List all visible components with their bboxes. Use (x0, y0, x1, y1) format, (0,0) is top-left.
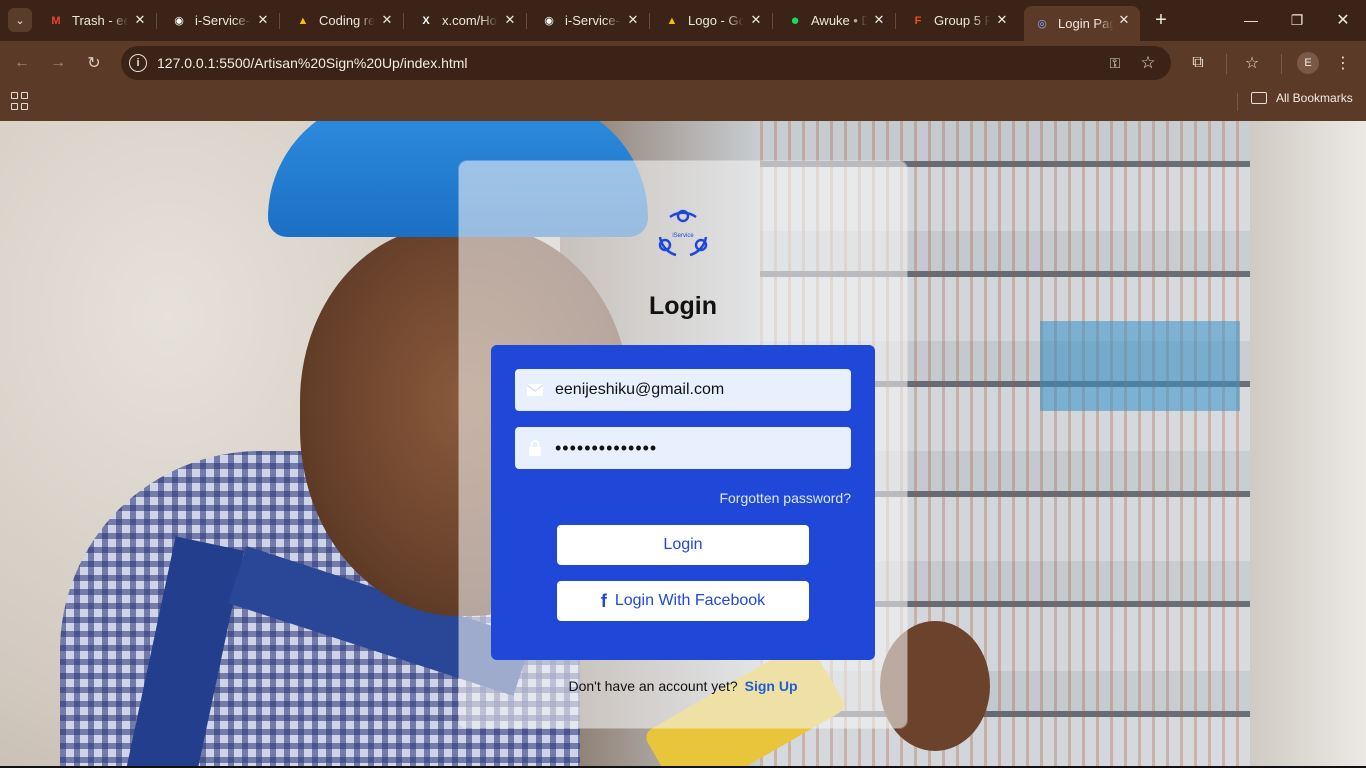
email-field[interactable] (515, 369, 851, 411)
bookmarks-bar: All Bookmarks (0, 85, 1366, 121)
signup-prompt: Don't have an account yet? Sign Up (459, 678, 907, 694)
svg-text:iService: iService (672, 233, 694, 239)
no-account-text: Don't have an account yet? (568, 678, 738, 694)
tab-coding-resources[interactable]: ▲ Coding resources ✕ (285, 6, 404, 35)
tab-x-home[interactable]: X x.com/Home ✕ (408, 6, 527, 35)
browser-toolbar: ← → ↻ i 127.0.0.1:5500/Artisan%20Sign%20… (0, 41, 1366, 85)
page-icon: ◎ (1037, 18, 1047, 30)
window-close-icon[interactable]: ✕ (1320, 6, 1366, 34)
close-icon[interactable]: ✕ (255, 12, 271, 28)
tab-logo-drive[interactable]: ▲ Logo - Google Drive ✕ (654, 6, 773, 35)
figma-icon: F (914, 14, 922, 27)
url-text[interactable]: 127.0.0.1:5500/Artisan%20Sign%20Up/index… (157, 55, 468, 71)
envelope-icon (526, 384, 544, 396)
iservice-logo-icon: iService (658, 209, 708, 257)
tab-search-chevron-icon[interactable]: ⌄ (8, 8, 32, 32)
tab-title: x.com/Home (442, 13, 498, 28)
page-viewport: iService Login Forgotten password? (0, 121, 1366, 766)
profile-avatar[interactable]: E (1297, 52, 1319, 74)
lock-icon (529, 440, 541, 456)
login-button-label: Login (663, 536, 703, 553)
close-icon[interactable]: ✕ (132, 12, 148, 28)
tab-github-backend[interactable]: ◉ i-Service-backend ✕ (531, 6, 650, 35)
tab-spotify[interactable]: ● Awuke • Dunsin ✕ (777, 6, 896, 35)
login-form: Forgotten password? Login f Login With F… (491, 345, 875, 660)
tab-title: i-Service-backend (565, 13, 621, 28)
back-arrow-icon[interactable]: ← (10, 51, 34, 75)
close-icon[interactable]: ✕ (625, 12, 641, 28)
google-drive-icon: ▲ (297, 14, 309, 27)
close-icon[interactable]: ✕ (748, 12, 764, 28)
close-icon[interactable]: ✕ (994, 12, 1010, 28)
page-title: Login (648, 292, 718, 320)
facebook-login-label: Login With Facebook (614, 592, 766, 609)
extensions-puzzle-icon[interactable]: ⧉ (1186, 51, 1210, 75)
password-key-icon[interactable]: ⚿ (1105, 54, 1125, 72)
facebook-login-button[interactable]: f Login With Facebook (557, 581, 809, 621)
password-input[interactable] (555, 427, 845, 469)
kebab-menu-icon[interactable]: ⋮ (1331, 51, 1355, 75)
bookmark-star-icon[interactable]: ☆ (1138, 53, 1158, 73)
close-icon[interactable]: ✕ (502, 12, 518, 28)
x-icon: X (422, 14, 430, 27)
close-icon[interactable]: ✕ (1116, 12, 1132, 28)
bookmarks-star-icon[interactable]: ☆ (1240, 51, 1264, 75)
reload-icon[interactable]: ↻ (82, 51, 106, 75)
github-icon: ◉ (174, 15, 184, 27)
github-icon: ◉ (544, 15, 554, 27)
all-bookmarks-label: All Bookmarks (1276, 91, 1353, 105)
apps-grid-icon[interactable] (11, 92, 29, 110)
tab-github-frontend[interactable]: ◉ i-Service-frontend ✕ (161, 6, 280, 35)
tab-title: Login Page (1058, 16, 1114, 31)
site-info-icon[interactable]: i (129, 54, 147, 72)
forgot-password-link[interactable]: Forgotten password? (719, 490, 851, 506)
facebook-icon: f (600, 590, 607, 611)
tab-title: Trash - eenijeshiku (72, 13, 128, 28)
close-icon[interactable]: ✕ (379, 12, 395, 28)
new-tab-plus-icon[interactable]: + (1149, 8, 1173, 32)
login-card: iService Login Forgotten password? (459, 161, 907, 728)
bookmarks-divider (1237, 93, 1238, 111)
tab-title: Logo - Google Drive (688, 13, 744, 28)
toolbar-divider (1281, 54, 1282, 74)
spotify-icon: ● (790, 12, 800, 29)
google-drive-icon: ▲ (666, 14, 678, 27)
forward-arrow-icon[interactable]: → (46, 51, 70, 75)
password-field[interactable] (515, 427, 851, 469)
tab-gmail[interactable]: M Trash - eenijeshiku ✕ (38, 6, 157, 35)
tab-title: Coding resources (319, 13, 375, 28)
restore-icon[interactable]: ❐ (1274, 6, 1320, 34)
close-icon[interactable]: ✕ (871, 12, 887, 28)
tab-title: Awuke • Dunsin (811, 13, 867, 28)
sign-up-link[interactable]: Sign Up (745, 678, 798, 694)
minimize-icon[interactable]: — (1228, 6, 1274, 34)
email-input[interactable] (555, 369, 845, 411)
tab-title: Group 5 Project (934, 13, 990, 28)
tab-title: i-Service-frontend (195, 13, 251, 28)
login-button[interactable]: Login (557, 525, 809, 565)
all-bookmarks-button[interactable]: All Bookmarks (1251, 91, 1353, 105)
toolbar-divider (1226, 54, 1227, 74)
tab-strip: ⌄ M Trash - eenijeshiku ✕ ◉ i-Service-fr… (0, 0, 1366, 41)
tab-figma[interactable]: F Group 5 Project ✕ (900, 6, 1018, 35)
gmail-icon: M (51, 14, 61, 27)
tab-login-page[interactable]: ◎ Login Page ✕ (1024, 6, 1140, 41)
address-bar[interactable]: i 127.0.0.1:5500/Artisan%20Sign%20Up/ind… (121, 46, 1171, 80)
folder-icon (1251, 92, 1267, 104)
